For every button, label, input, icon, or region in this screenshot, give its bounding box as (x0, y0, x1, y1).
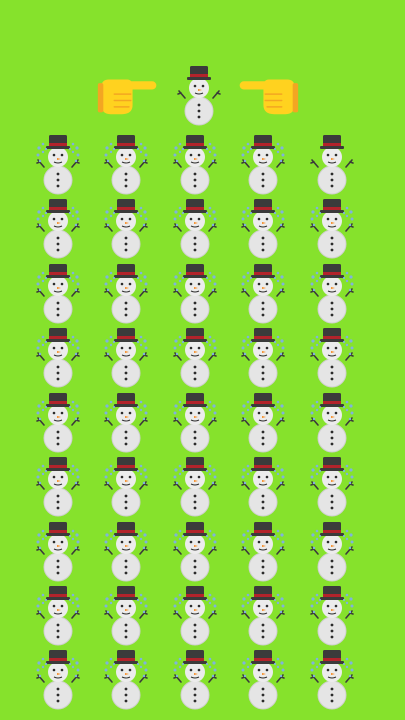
grid-cell-snowman[interactable] (310, 456, 354, 517)
puzzle-board (36, 65, 354, 710)
grid-cell-snowman[interactable] (36, 134, 80, 195)
grid-cell-snowman[interactable] (173, 327, 217, 388)
grid-cell-snowman[interactable] (36, 521, 80, 582)
grid-cell-snowman[interactable] (104, 198, 148, 259)
grid-cell-snowman[interactable] (310, 585, 354, 646)
grid-cell-snowman[interactable] (36, 263, 80, 324)
snowman-icon (310, 134, 354, 195)
grid-cell-snowman[interactable] (104, 521, 148, 582)
prompt-row (97, 65, 299, 126)
grid-cell-snowman[interactable] (36, 585, 80, 646)
grid-cell-snowman[interactable] (36, 392, 80, 453)
grid-cell-odd-snowman[interactable] (310, 134, 354, 195)
grid-cell-snowman[interactable] (310, 198, 354, 259)
grid-cell-snowman[interactable] (36, 198, 80, 259)
grid-cell-snowman[interactable] (241, 585, 285, 646)
grid-cell-snowman[interactable] (241, 134, 285, 195)
grid-cell-snowman[interactable] (241, 327, 285, 388)
hand-pointing-right-icon (97, 78, 158, 115)
grid-cell-snowman[interactable] (104, 456, 148, 517)
grid-cell-snowman[interactable] (310, 392, 354, 453)
grid-cell-snowman[interactable] (36, 327, 80, 388)
grid-cell-snowman[interactable] (104, 585, 148, 646)
grid-cell-snowman[interactable] (173, 392, 217, 453)
grid-cell-snowman[interactable] (173, 585, 217, 646)
grid-cell-snowman[interactable] (104, 649, 148, 710)
grid-cell-snowman[interactable] (241, 263, 285, 324)
grid-cell-snowman[interactable] (310, 263, 354, 324)
grid-cell-snowman[interactable] (173, 263, 217, 324)
grid-cell-snowman[interactable] (104, 392, 148, 453)
grid-cell-snowman[interactable] (104, 263, 148, 324)
grid-cell-snowman[interactable] (173, 456, 217, 517)
grid-cell-snowman[interactable] (36, 649, 80, 710)
grid-cell-snowman[interactable] (173, 521, 217, 582)
snowman-grid (36, 134, 354, 710)
grid-cell-snowman[interactable] (241, 521, 285, 582)
grid-cell-snowman[interactable] (36, 456, 80, 517)
hand-pointing-left-icon (238, 78, 299, 115)
grid-cell-snowman[interactable] (173, 649, 217, 710)
grid-cell-snowman[interactable] (310, 327, 354, 388)
grid-cell-snowman[interactable] (104, 327, 148, 388)
grid-cell-snowman[interactable] (310, 649, 354, 710)
grid-cell-snowman[interactable] (241, 198, 285, 259)
grid-cell-snowman[interactable] (173, 134, 217, 195)
grid-cell-snowman[interactable] (173, 198, 217, 259)
grid-cell-snowman[interactable] (241, 456, 285, 517)
grid-cell-snowman[interactable] (241, 649, 285, 710)
snowman-icon (177, 65, 221, 126)
grid-cell-snowman[interactable] (104, 134, 148, 195)
grid-cell-snowman[interactable] (241, 392, 285, 453)
grid-cell-snowman[interactable] (310, 521, 354, 582)
